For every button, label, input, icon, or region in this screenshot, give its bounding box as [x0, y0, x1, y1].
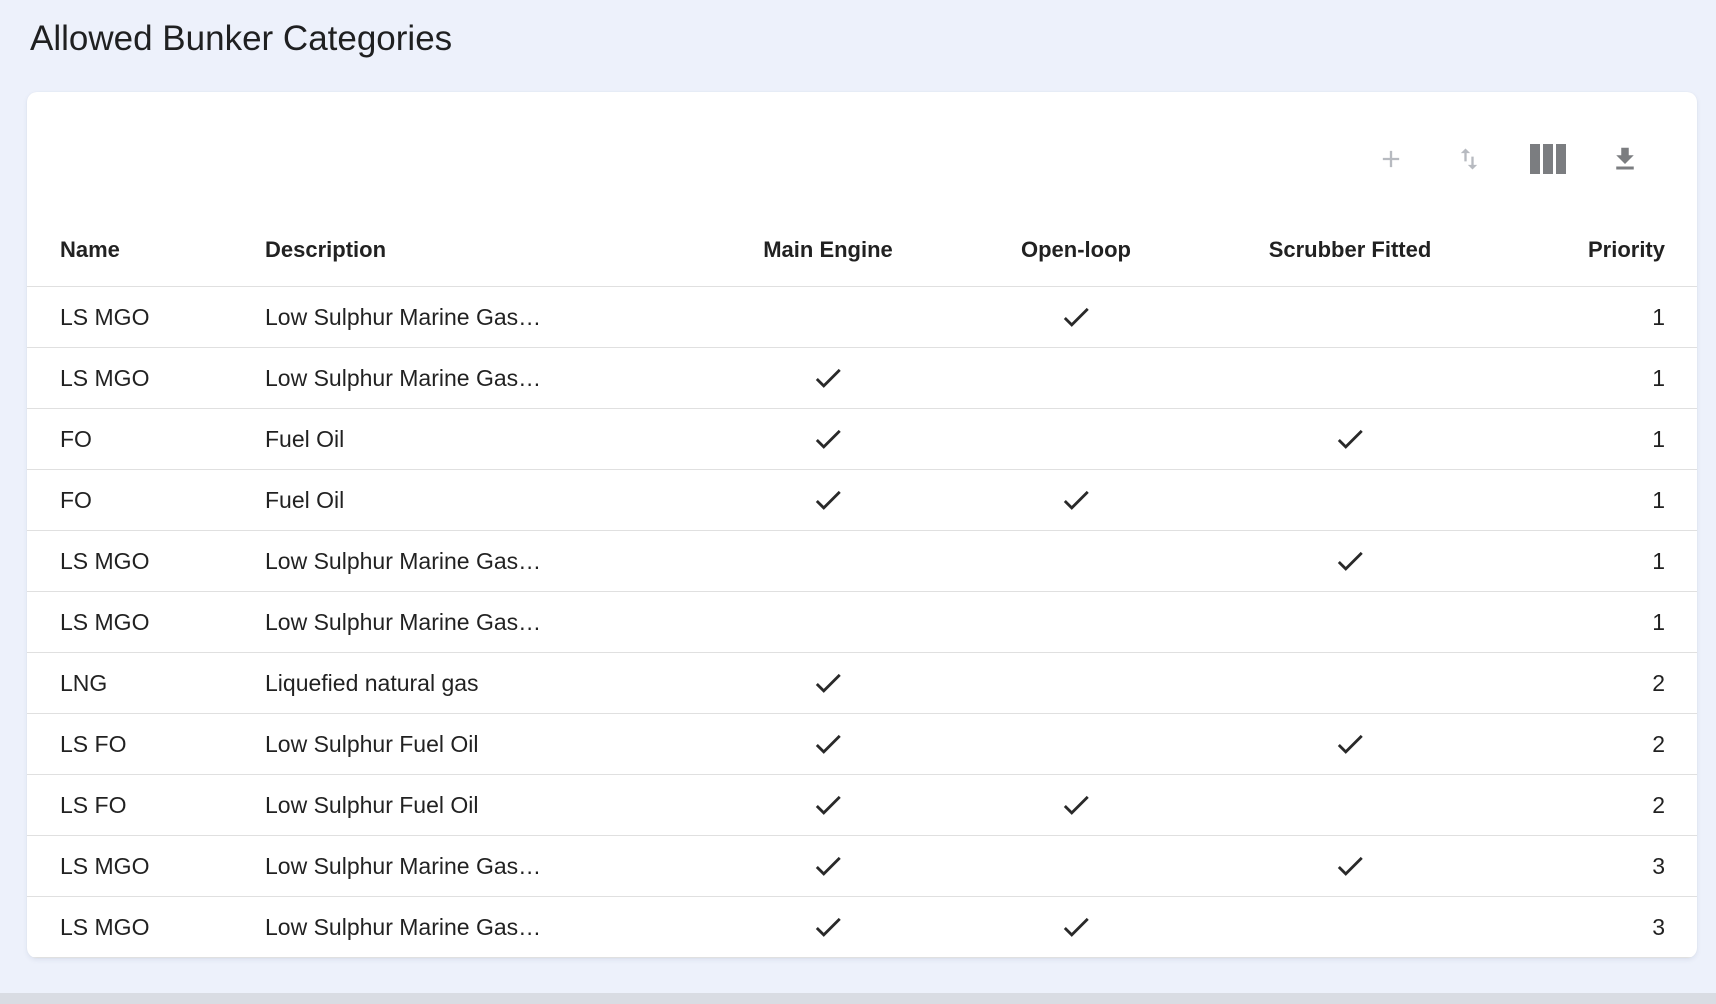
- cell-description: Liquefied natural gas: [265, 670, 728, 697]
- import-export-icon: [1455, 145, 1483, 173]
- cell-main-engine: [728, 849, 928, 883]
- cell-main-engine: [728, 666, 928, 700]
- cell-description: Low Sulphur Fuel Oil: [265, 792, 728, 819]
- cell-description: Low Sulphur Marine Gas…: [265, 914, 728, 941]
- table-row[interactable]: LS FO Low Sulphur Fuel Oil 2: [27, 775, 1697, 836]
- cell-name: LS MGO: [60, 365, 265, 392]
- plus-icon: [1377, 145, 1405, 173]
- cell-name: LS MGO: [60, 548, 265, 575]
- column-header-priority[interactable]: Priority: [1476, 237, 1665, 263]
- cell-priority: 1: [1476, 304, 1665, 331]
- table-body: LS MGO Low Sulphur Marine Gas… 1 LS MGO …: [27, 287, 1697, 958]
- column-header-main-engine[interactable]: Main Engine: [728, 237, 928, 263]
- cell-description: Low Sulphur Fuel Oil: [265, 731, 728, 758]
- cell-open-loop: [928, 788, 1224, 822]
- cell-name: LS FO: [60, 792, 265, 819]
- cell-priority: 3: [1476, 914, 1665, 941]
- cell-name: LS MGO: [60, 304, 265, 331]
- table-row[interactable]: FO Fuel Oil 1: [27, 470, 1697, 531]
- cell-priority: 1: [1476, 426, 1665, 453]
- cell-description: Low Sulphur Marine Gas…: [265, 548, 728, 575]
- cell-priority: 2: [1476, 792, 1665, 819]
- check-icon: [811, 361, 845, 395]
- check-icon: [1059, 300, 1093, 334]
- cell-name: LNG: [60, 670, 265, 697]
- columns-icon: [1529, 142, 1566, 176]
- cell-name: LS MGO: [60, 914, 265, 941]
- bottom-strip: [0, 993, 1716, 1004]
- table-row[interactable]: LS FO Low Sulphur Fuel Oil 2: [27, 714, 1697, 775]
- cell-priority: 1: [1476, 609, 1665, 636]
- check-icon: [811, 727, 845, 761]
- cell-description: Fuel Oil: [265, 426, 728, 453]
- cell-name: LS FO: [60, 731, 265, 758]
- table-row[interactable]: FO Fuel Oil 1: [27, 409, 1697, 470]
- cell-priority: 2: [1476, 731, 1665, 758]
- cell-main-engine: [728, 727, 928, 761]
- column-header-scrubber-fitted[interactable]: Scrubber Fitted: [1224, 237, 1476, 263]
- cell-main-engine: [728, 910, 928, 944]
- cell-name: LS MGO: [60, 609, 265, 636]
- cell-priority: 2: [1476, 670, 1665, 697]
- cell-name: FO: [60, 426, 265, 453]
- check-icon: [1333, 422, 1367, 456]
- cell-scrubber-fitted: [1224, 422, 1476, 456]
- table-row[interactable]: LS MGO Low Sulphur Marine Gas… 1: [27, 592, 1697, 653]
- check-icon: [811, 483, 845, 517]
- check-icon: [811, 422, 845, 456]
- cell-main-engine: [728, 788, 928, 822]
- table-row[interactable]: LS MGO Low Sulphur Marine Gas… 1: [27, 348, 1697, 409]
- check-icon: [1333, 544, 1367, 578]
- cell-priority: 1: [1476, 548, 1665, 575]
- table-row[interactable]: LNG Liquefied natural gas 2: [27, 653, 1697, 714]
- cell-open-loop: [928, 910, 1224, 944]
- check-icon: [1333, 849, 1367, 883]
- table-header: Name Description Main Engine Open-loop S…: [27, 214, 1697, 287]
- cell-description: Low Sulphur Marine Gas…: [265, 853, 728, 880]
- columns-button[interactable]: [1525, 137, 1569, 181]
- allowed-bunker-categories-card: Name Description Main Engine Open-loop S…: [27, 92, 1697, 958]
- check-icon: [1059, 910, 1093, 944]
- column-header-name[interactable]: Name: [60, 237, 265, 263]
- check-icon: [1059, 788, 1093, 822]
- cell-main-engine: [728, 361, 928, 395]
- check-icon: [811, 666, 845, 700]
- download-icon: [1610, 144, 1640, 174]
- table-row[interactable]: LS MGO Low Sulphur Marine Gas… 3: [27, 836, 1697, 897]
- cell-priority: 1: [1476, 487, 1665, 514]
- cell-name: FO: [60, 487, 265, 514]
- cell-open-loop: [928, 300, 1224, 334]
- cell-description: Fuel Oil: [265, 487, 728, 514]
- table-toolbar: [27, 92, 1697, 214]
- check-icon: [1059, 483, 1093, 517]
- table-row[interactable]: LS MGO Low Sulphur Marine Gas… 3: [27, 897, 1697, 958]
- cell-priority: 1: [1476, 365, 1665, 392]
- cell-open-loop: [928, 483, 1224, 517]
- column-header-description[interactable]: Description: [265, 237, 728, 263]
- cell-description: Low Sulphur Marine Gas…: [265, 304, 728, 331]
- cell-priority: 3: [1476, 853, 1665, 880]
- cell-main-engine: [728, 422, 928, 456]
- cell-description: Low Sulphur Marine Gas…: [265, 609, 728, 636]
- table-row[interactable]: LS MGO Low Sulphur Marine Gas… 1: [27, 531, 1697, 592]
- check-icon: [811, 849, 845, 883]
- add-button[interactable]: [1369, 137, 1413, 181]
- column-header-open-loop[interactable]: Open-loop: [928, 237, 1224, 263]
- check-icon: [1333, 727, 1367, 761]
- sort-button[interactable]: [1447, 137, 1491, 181]
- check-icon: [811, 788, 845, 822]
- cell-scrubber-fitted: [1224, 849, 1476, 883]
- cell-scrubber-fitted: [1224, 727, 1476, 761]
- cell-main-engine: [728, 483, 928, 517]
- page-title: Allowed Bunker Categories: [30, 16, 452, 62]
- export-button[interactable]: [1603, 137, 1647, 181]
- cell-scrubber-fitted: [1224, 544, 1476, 578]
- cell-name: LS MGO: [60, 853, 265, 880]
- check-icon: [811, 910, 845, 944]
- cell-description: Low Sulphur Marine Gas…: [265, 365, 728, 392]
- table-row[interactable]: LS MGO Low Sulphur Marine Gas… 1: [27, 287, 1697, 348]
